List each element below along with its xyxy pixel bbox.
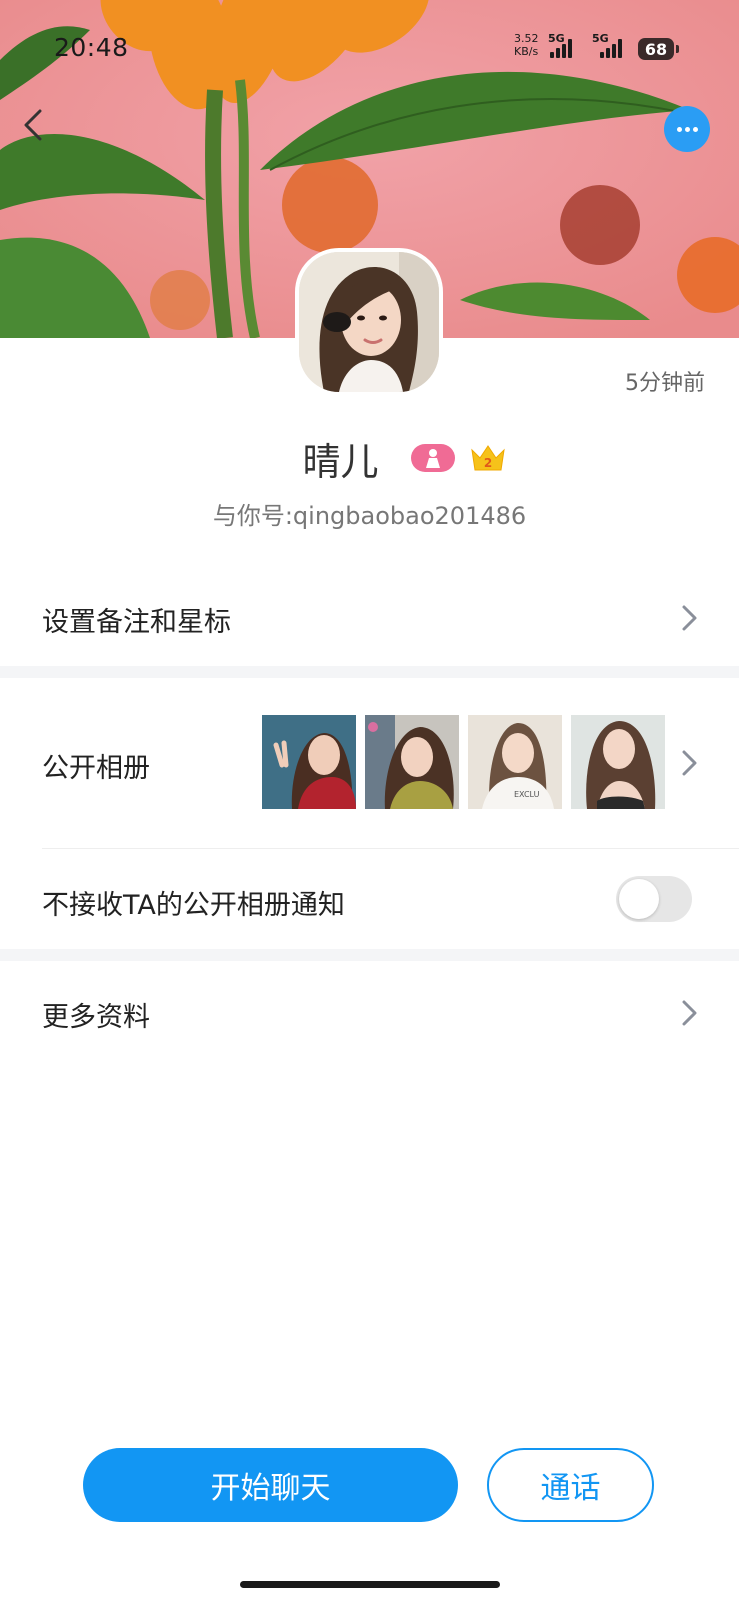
status-bar: 20:48 3.52 KB/s 5G 5G 68: [0, 0, 739, 90]
section-divider: [0, 666, 739, 678]
more-info-row[interactable]: 更多资料: [0, 961, 739, 1061]
profile-name: 晴儿: [302, 439, 379, 484]
call-button[interactable]: 通话: [487, 1448, 654, 1522]
mute-album-label: 不接收TA的公开相册通知: [42, 890, 345, 921]
chevron-right-icon: [682, 750, 697, 776]
chevron-right-icon: [682, 605, 697, 631]
home-indicator[interactable]: [240, 1581, 500, 1588]
remark-and-star-row[interactable]: 设置备注和星标: [0, 570, 739, 666]
album-thumbnails: EXCLU: [262, 715, 665, 809]
network-speed: 3.52 KB/s: [514, 32, 539, 58]
last-seen-time: 5分钟前: [625, 371, 705, 396]
album-photo[interactable]: [571, 715, 665, 809]
chevron-right-icon: [682, 1000, 697, 1026]
name-row: 晴儿 2: [0, 428, 739, 488]
signal-icon: [600, 38, 622, 58]
more-info-label: 更多资料: [42, 1002, 150, 1033]
avatar[interactable]: [295, 248, 443, 396]
album-photo[interactable]: [262, 715, 356, 809]
more-options-button[interactable]: [664, 106, 710, 152]
back-button[interactable]: [22, 108, 62, 148]
remark-label: 设置备注和星标: [42, 607, 231, 638]
status-time: 20:48: [54, 33, 129, 62]
female-person-icon: [410, 444, 455, 472]
account-id: 与你号:qingbaobao201486: [212, 502, 527, 530]
vip-crown-icon: 2: [469, 442, 507, 474]
more-dots-icon: [676, 126, 682, 132]
section-divider: [0, 949, 739, 961]
chevron-left-icon: [24, 109, 42, 141]
start-chat-button[interactable]: 开始聊天: [83, 1448, 458, 1522]
vip-level: 2: [483, 456, 491, 470]
battery-icon: 68: [638, 38, 679, 60]
album-photo[interactable]: [365, 715, 459, 809]
svg-text:EXCLU: EXCLU: [514, 790, 540, 799]
album-photo[interactable]: EXCLU: [468, 715, 562, 809]
toggle-knob: [619, 879, 659, 919]
signal-icon: [550, 38, 572, 58]
public-album-label: 公开相册: [42, 753, 150, 784]
mute-album-toggle[interactable]: [616, 876, 692, 922]
